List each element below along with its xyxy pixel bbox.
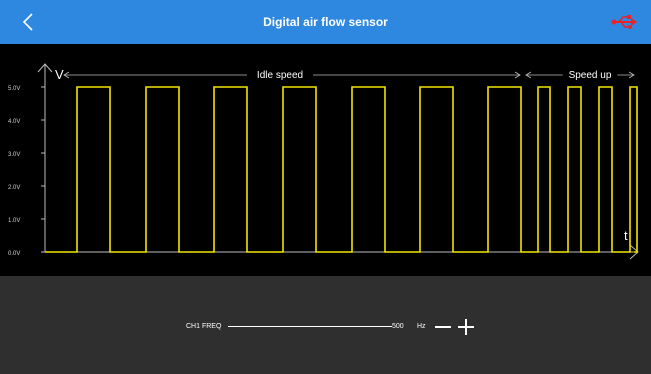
page-title: Digital air flow sensor: [263, 15, 388, 29]
plus-icon[interactable]: [457, 318, 475, 336]
channel-frequency-label: CH1 FREQ: [186, 323, 222, 330]
frequency-slider-track: [228, 326, 392, 327]
y-tick-label: 5.0V: [8, 86, 20, 92]
minus-icon[interactable]: [434, 318, 452, 336]
x-axis-label: t: [624, 228, 628, 243]
oscilloscope-display: Vt 0.0V 1.0V 2.0V 3.0V 4.0V 5.0V Idle speed Sp…: [0, 44, 651, 276]
y-tick-label: 0.0V: [8, 251, 20, 257]
region-label: Speed up: [569, 70, 612, 81]
frequency-unit: Hz: [417, 323, 426, 330]
usb-icon[interactable]: [611, 14, 637, 30]
frequency-value: 500: [392, 323, 404, 330]
top-bar: Digital air flow sensor: [0, 0, 651, 44]
y-tick-label: 2.0V: [8, 185, 20, 191]
y-tick-label: 1.0V: [8, 218, 20, 224]
waveform-trace: [45, 86, 638, 253]
y-tick-label: 4.0V: [8, 119, 20, 125]
y-tick-label: 3.0V: [8, 152, 20, 158]
region-label: Idle speed: [257, 70, 303, 81]
y-axis-label: V: [55, 67, 64, 82]
frequency-slider[interactable]: [228, 321, 392, 333]
waveform-chart: Vt 0.0V 1.0V 2.0V 3.0V 4.0V 5.0V Idle speed Sp…: [8, 63, 639, 260]
